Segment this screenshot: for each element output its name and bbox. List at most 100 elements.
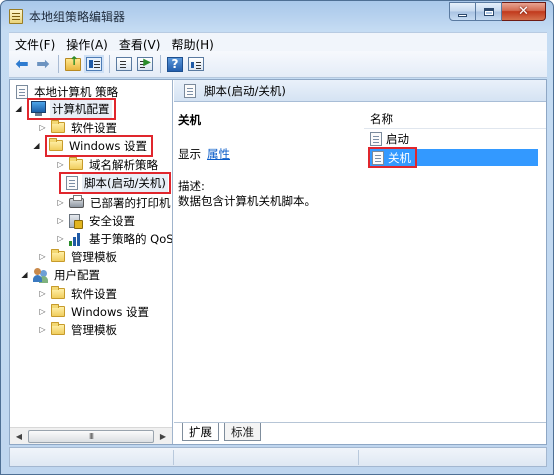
- close-button[interactable]: ✕: [502, 2, 546, 21]
- folder-icon: [49, 138, 63, 151]
- run-button[interactable]: ▶: [136, 55, 154, 73]
- collapse-arrow-icon[interactable]: ◢: [32, 141, 41, 150]
- script-icon: [370, 131, 382, 146]
- tree-horizontal-scrollbar[interactable]: ◀ III ▶: [10, 427, 172, 444]
- tree-item-user-software-settings[interactable]: ▷ 软件设置: [38, 285, 119, 302]
- menu-bar: 文件(F) 操作(A) 查看(V) 帮助(H): [9, 32, 547, 52]
- scrollbar-grip: III: [88, 432, 94, 441]
- menu-view[interactable]: 查看(V): [113, 33, 166, 52]
- script-icon: [66, 175, 78, 190]
- tree-label-user-windows-settings: Windows 设置: [71, 304, 149, 319]
- show-tree-icon: [86, 57, 102, 71]
- help-icon: ?: [167, 56, 183, 72]
- status-divider: [173, 450, 174, 465]
- tab-extended[interactable]: 扩展: [182, 423, 219, 441]
- tree-item-dns-policy[interactable]: ▷ 域名解析策略: [56, 156, 160, 173]
- details-pane: 脚本(启动/关机) 关机 显示 属性 描述: 数据包含计算机关机脚本。 名称 启动…: [174, 80, 546, 444]
- scroll-left-icon[interactable]: ◀: [11, 429, 27, 444]
- details-header: 脚本(启动/关机): [174, 80, 546, 102]
- list-item-startup[interactable]: 启动: [368, 130, 409, 147]
- folder-icon: [51, 286, 65, 299]
- export-list-button[interactable]: [115, 55, 133, 73]
- minimize-button[interactable]: [449, 2, 476, 21]
- expand-arrow-icon[interactable]: ▷: [56, 160, 65, 169]
- security-icon: [69, 213, 83, 229]
- folder-icon: [51, 120, 65, 133]
- tree-label-deployed-printers: 已部署的打印机: [90, 195, 171, 210]
- bar-chart-icon: [69, 232, 83, 246]
- tree-item-user-windows-settings[interactable]: ▷ Windows 设置: [38, 303, 151, 320]
- script-icon: [372, 150, 384, 165]
- main-content: 本地计算机 策略 ◢ 计算机配置 ▷ 软件设置 ◢ Windows 设置 ▷ 域…: [9, 79, 547, 445]
- maximize-button[interactable]: [476, 2, 502, 21]
- folder-icon: [51, 322, 65, 335]
- show-tree-button[interactable]: [85, 55, 103, 73]
- tree-item-deployed-printers[interactable]: ▷ 已部署的打印机: [56, 194, 172, 211]
- highlight-box-windows-settings: Windows 设置: [45, 134, 153, 157]
- tree-item-qos[interactable]: ▷ 基于策略的 QoS: [56, 230, 173, 247]
- tree-label-qos: 基于策略的 QoS: [89, 231, 173, 246]
- details-header-title: 脚本(启动/关机): [204, 83, 286, 98]
- expand-arrow-icon[interactable]: ▷: [38, 123, 47, 132]
- tree-item-user-config[interactable]: ◢ 用户配置: [20, 266, 102, 283]
- script-list[interactable]: 名称 启动 关机: [364, 102, 546, 422]
- expand-arrow-icon[interactable]: ▷: [56, 216, 65, 225]
- list-item-label: 关机: [388, 150, 411, 165]
- menu-help[interactable]: 帮助(H): [165, 33, 218, 52]
- expand-arrow-icon[interactable]: ▷: [38, 289, 47, 298]
- window-frame: 本地组策略编辑器 ✕ 文件(F) 操作(A) 查看(V) 帮助(H) ⬅ ➡ ▶: [0, 0, 554, 475]
- tab-standard[interactable]: 标准: [224, 423, 261, 441]
- tree-item-computer-config[interactable]: ◢ 计算机配置: [14, 97, 116, 120]
- tree-label-user-config: 用户配置: [54, 267, 100, 282]
- tree-label-scripts: 脚本(启动/关机): [82, 173, 168, 192]
- policy-document-icon: [16, 84, 28, 99]
- folder-up-button[interactable]: [64, 55, 82, 73]
- properties-link[interactable]: 属性: [207, 147, 230, 161]
- scroll-right-icon[interactable]: ▶: [155, 429, 171, 444]
- close-icon: ✕: [518, 4, 529, 19]
- console-tree[interactable]: 本地计算机 策略 ◢ 计算机配置 ▷ 软件设置 ◢ Windows 设置 ▷ 域…: [10, 80, 173, 444]
- expand-arrow-icon[interactable]: ▷: [38, 252, 47, 261]
- help-button[interactable]: ?: [166, 55, 184, 73]
- description-text: 数据包含计算机关机脚本。: [178, 194, 316, 208]
- extended-title: 关机: [178, 113, 201, 127]
- policy-editor-app-icon: [9, 9, 23, 24]
- properties-view-button[interactable]: [187, 55, 205, 73]
- highlight-box-shutdown: 关机: [368, 147, 417, 168]
- tree-item-user-admin-templates[interactable]: ▷ 管理模板: [38, 321, 119, 338]
- expand-arrow-icon[interactable]: ▷: [38, 325, 47, 334]
- expand-arrow-icon[interactable]: ▷: [56, 198, 65, 207]
- column-header-name[interactable]: 名称: [364, 109, 546, 129]
- tree-item-software-settings[interactable]: ▷ 软件设置: [38, 119, 119, 136]
- window-controls: ✕: [449, 2, 546, 21]
- back-arrow-icon[interactable]: ⬅: [13, 55, 31, 73]
- users-icon: [33, 267, 48, 282]
- collapse-arrow-icon[interactable]: ◢: [20, 270, 29, 279]
- tree-item-scripts[interactable]: 脚本(启动/关机): [59, 171, 171, 194]
- toolbar-separator: [109, 55, 110, 73]
- highlight-box-computer-config: 计算机配置: [27, 97, 116, 120]
- folder-icon: [51, 249, 65, 262]
- tree-item-admin-templates[interactable]: ▷ 管理模板: [38, 248, 119, 265]
- tree-label-user-admin-templates: 管理模板: [71, 322, 117, 337]
- menu-file[interactable]: 文件(F): [9, 33, 60, 52]
- folder-up-icon: [65, 55, 81, 71]
- tree-item-windows-settings[interactable]: ◢ Windows 设置: [32, 134, 153, 157]
- window-title: 本地组策略编辑器: [29, 10, 126, 24]
- list-item-shutdown[interactable]: 关机: [368, 147, 538, 168]
- expand-arrow-icon[interactable]: ▷: [56, 234, 65, 243]
- printer-icon: [69, 194, 84, 208]
- title-bar[interactable]: 本地组策略编辑器 ✕: [1, 1, 553, 31]
- toolbar-separator: [58, 55, 59, 73]
- script-icon: [184, 83, 196, 98]
- toolbar-separator: [160, 55, 161, 73]
- expand-arrow-icon[interactable]: ▷: [38, 307, 47, 316]
- tree-item-security-settings[interactable]: ▷ 安全设置: [56, 212, 137, 229]
- tree-label-computer-config: 计算机配置: [50, 99, 112, 118]
- tree-label-user-software-settings: 软件设置: [71, 286, 117, 301]
- scrollbar-thumb[interactable]: III: [28, 430, 154, 443]
- forward-arrow-icon[interactable]: ➡: [34, 55, 52, 73]
- collapse-arrow-icon[interactable]: ◢: [14, 104, 23, 113]
- status-bar: [9, 447, 547, 467]
- menu-action[interactable]: 操作(A): [60, 33, 113, 52]
